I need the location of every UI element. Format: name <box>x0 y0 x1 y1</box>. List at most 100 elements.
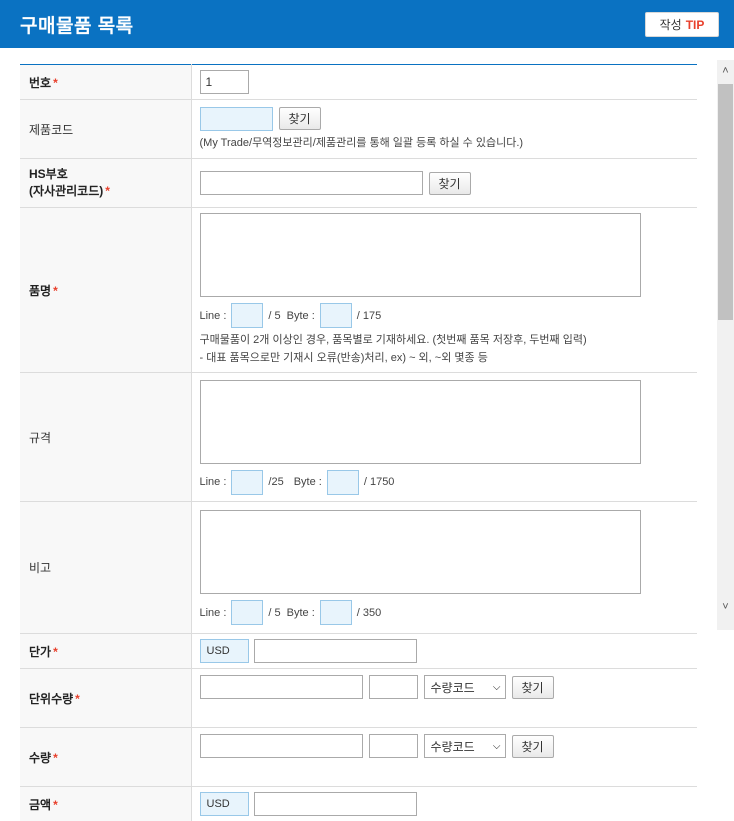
row-number: 번호 * <box>20 64 697 100</box>
amount-currency[interactable]: USD <box>199 792 249 816</box>
label-text: 단위수량 <box>29 691 74 706</box>
product-code-search-button[interactable]: 찾기 <box>278 107 321 130</box>
unit-price-currency[interactable]: USD <box>199 639 249 663</box>
row-amount: 금액 * USD <box>20 786 697 821</box>
field-unit-price: USD <box>191 633 697 669</box>
byte-label: Byte : <box>293 476 322 488</box>
line-label: Line : <box>199 309 227 322</box>
byte-count-box <box>319 303 352 328</box>
label-remarks: 비고 <box>20 501 192 634</box>
unit-price-input[interactable] <box>253 639 417 663</box>
line-count-box <box>231 469 264 495</box>
label-hs-line1: HS부호 <box>29 167 68 181</box>
page-header: 구매물품 목록 작성 TIP <box>0 0 734 48</box>
quantity-search-button[interactable]: 찾기 <box>511 734 554 758</box>
remarks-counter: Line : / 5 Byte : / 350 <box>200 600 698 625</box>
label-amount: 금액 * <box>20 786 192 821</box>
label-spec: 규격 <box>20 372 192 502</box>
quantity-code-select[interactable]: 수량코드 ⌵ <box>423 734 506 758</box>
line-label: Line : <box>199 606 227 619</box>
hs-code-search-button[interactable]: 찾기 <box>428 171 471 195</box>
label-hs-line2-wrap: (자사관리코드) * <box>29 183 191 200</box>
amount-input[interactable] <box>253 792 417 816</box>
spec-textarea[interactable] <box>199 379 641 464</box>
label-text: 수량 <box>29 750 52 765</box>
vertical-scrollbar[interactable]: ˄ ˅ <box>717 60 734 630</box>
required-mark: * <box>53 644 58 659</box>
field-number <box>191 64 697 100</box>
spec-counter: Line : /25 Byte : / 1750 <box>199 469 698 495</box>
quantity-input[interactable] <box>199 734 363 758</box>
label-hs-code: HS부호 (자사관리코드) * <box>20 158 192 208</box>
purchase-item-form: 번호* 제품코드 찾기 (My Trade/무역정보관리/제품관리를 통해 일괄… <box>20 64 697 821</box>
label-unit-price: 단가 * <box>20 633 192 669</box>
select-value: 수량코드 <box>430 739 475 754</box>
unit-quantity-input[interactable] <box>199 675 363 699</box>
item-name-note-2: - 대표 품목으로만 기재시 오류(반송)처리, ex) ~ 외, ~외 몇종 … <box>199 352 488 364</box>
byte-max: / 350 <box>356 606 382 619</box>
byte-max: / 1750 <box>363 476 395 488</box>
label-number: 번호 * <box>20 64 192 100</box>
line-max: /25 <box>268 476 284 488</box>
row-hs-code: HS부호 (자사관리코드) * 찾기 <box>20 158 697 208</box>
line-label: Line : <box>199 476 227 488</box>
item-name-textarea[interactable] <box>199 213 641 297</box>
label-unit-quantity: 단위수량 * <box>20 668 192 728</box>
required-mark: * <box>53 750 58 765</box>
required-mark: * <box>53 283 58 298</box>
hs-code-input[interactable] <box>199 171 423 195</box>
row-unit-quantity: 단위수량 * 수량코드 ⌵ 찾기 <box>20 668 697 728</box>
unit-quantity-code-select[interactable]: 수량코드 ⌵ <box>423 675 506 699</box>
number-input[interactable] <box>199 70 249 94</box>
tip-label: TIP <box>685 17 705 32</box>
page-title: 구매물품 목록 <box>20 16 134 37</box>
field-item-name: Line : / 5 Byte : / 175 구매물품이 2개 이상인 경우,… <box>191 207 698 373</box>
label-item-name: 품명 * <box>20 207 192 373</box>
field-quantity: 수량코드 ⌵ 찾기 <box>191 727 697 787</box>
line-count-box <box>231 303 264 328</box>
required-mark: * <box>105 184 110 198</box>
scroll-up-icon[interactable]: ˄ <box>717 62 734 79</box>
row-unit-price: 단가 * USD <box>20 633 697 669</box>
label-text: 번호 <box>29 75 52 90</box>
field-product-code: 찾기 (My Trade/무역정보관리/제품관리를 통해 일괄 등록 하실 수 … <box>191 99 697 159</box>
line-max: / 5 <box>268 606 281 619</box>
line-count-box <box>231 600 264 625</box>
row-product-code: 제품코드 찾기 (My Trade/무역정보관리/제품관리를 통해 일괄 등록 … <box>20 99 697 159</box>
row-spec: 규격 Line : /25 Byte : / 1750 <box>20 372 698 502</box>
required-mark: * <box>53 75 58 90</box>
tip-prefix: 작성 <box>659 18 682 32</box>
product-code-input[interactable] <box>199 106 273 131</box>
field-remarks: Line : / 5 Byte : / 350 <box>191 501 698 634</box>
unit-quantity-unit-input[interactable] <box>368 675 418 699</box>
label-text: 금액 <box>29 797 52 812</box>
label-text: 품명 <box>29 283 52 298</box>
byte-count-box <box>319 600 352 625</box>
chevron-down-icon: ⌵ <box>492 681 501 693</box>
quantity-unit-input[interactable] <box>368 734 418 758</box>
form-content: 번호* 제품코드 찾기 (My Trade/무역정보관리/제품관리를 통해 일괄… <box>0 48 717 821</box>
scroll-down-icon[interactable]: ˅ <box>717 598 734 615</box>
item-name-counter: Line : / 5 Byte : / 175 <box>200 303 698 328</box>
chevron-down-icon: ⌵ <box>492 740 501 752</box>
row-quantity: 수량 * 수량코드 ⌵ 찾기 <box>20 727 697 787</box>
field-unit-quantity: 수량코드 ⌵ 찾기 <box>191 668 697 728</box>
remarks-textarea[interactable] <box>199 510 641 594</box>
row-remarks: 비고 Line : / 5 Byte : / 350 <box>20 501 698 634</box>
byte-max: / 175 <box>356 309 382 322</box>
label-quantity: 수량 * <box>20 727 192 787</box>
byte-count-box <box>326 469 359 495</box>
select-value: 수량코드 <box>430 680 475 695</box>
byte-label: Byte : <box>286 606 315 619</box>
label-product-code: 제품코드 <box>20 99 192 159</box>
field-spec: Line : /25 Byte : / 1750 <box>191 372 698 502</box>
item-name-note-1: 구매물품이 2개 이상인 경우, 품목별로 기재하세요. (첫번째 품목 저장후… <box>199 334 587 346</box>
line-max: / 5 <box>268 309 281 322</box>
field-amount: USD <box>191 786 697 821</box>
label-hs-line2: (자사관리코드) <box>29 184 104 198</box>
unit-quantity-search-button[interactable]: 찾기 <box>511 675 554 699</box>
label-text: 단가 <box>29 644 52 659</box>
writing-tip-button[interactable]: 작성 TIP <box>645 12 719 37</box>
scrollbar-thumb[interactable] <box>718 84 733 320</box>
row-item-name: 품명 * Line : / 5 Byte : / 175 구매물품이 2개 이상인… <box>20 207 698 373</box>
